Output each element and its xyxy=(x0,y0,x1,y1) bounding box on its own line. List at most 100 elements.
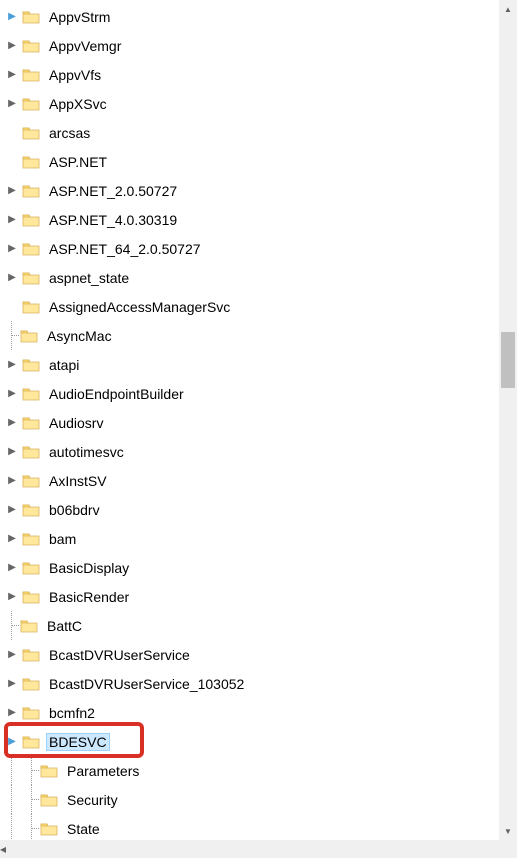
tree-item-label: ASP.NET_4.0.30319 xyxy=(46,210,180,230)
chevron-down-icon[interactable]: ▶ xyxy=(4,9,20,25)
tree-item-label: BcastDVRUserService xyxy=(46,645,193,665)
chevron-right-icon[interactable]: ▶ xyxy=(4,38,20,54)
folder-icon xyxy=(40,792,58,808)
scroll-up-button[interactable]: ▲ xyxy=(499,0,517,18)
tree-viewport: ▶ AppvStrm ▶ AppvVemgr ▶ AppvVfs ▶AppXSvc▶arcs… xyxy=(0,0,517,858)
chevron-right-icon[interactable]: ▶ xyxy=(4,183,20,199)
tree-item[interactable]: ▶ AppvVemgr xyxy=(4,31,517,60)
chevron-right-icon[interactable]: ▶ xyxy=(4,386,20,402)
tree-item[interactable]: AsyncMac xyxy=(4,321,517,350)
expander-spacer: ▶ xyxy=(4,154,20,170)
chevron-right-icon[interactable]: ▶ xyxy=(4,357,20,373)
tree-item-label: Audiosrv xyxy=(46,413,106,433)
chevron-right-icon[interactable]: ▶ xyxy=(4,676,20,692)
chevron-right-icon[interactable]: ▶ xyxy=(4,560,20,576)
tree-branch-line xyxy=(24,814,40,843)
folder-icon xyxy=(22,183,40,199)
tree-item-label: bcmfn2 xyxy=(46,703,98,723)
folder-icon xyxy=(22,734,40,750)
tree-item-label: ASP.NET xyxy=(46,152,110,172)
horizontal-scroll-track[interactable] xyxy=(6,840,511,858)
chevron-right-icon[interactable]: ▶ xyxy=(4,473,20,489)
tree-item[interactable]: ▶ ASP.NET_64_2.0.50727 xyxy=(4,234,517,263)
folder-icon xyxy=(22,125,40,141)
tree-item-label: AsyncMac xyxy=(44,326,115,346)
chevron-right-icon[interactable]: ▶ xyxy=(4,270,20,286)
tree-item[interactable]: ▶BDESVC xyxy=(4,727,517,756)
tree-item[interactable]: ▶ atapi xyxy=(4,350,517,379)
tree-item-label: BcastDVRUserService_103052 xyxy=(46,674,247,694)
tree-item-label: BattC xyxy=(44,616,85,636)
tree-item[interactable]: ▶ AppvVfs xyxy=(4,60,517,89)
tree-item[interactable]: Parameters xyxy=(4,756,517,785)
tree-item[interactable]: ▶b06bdrv xyxy=(4,495,517,524)
folder-icon xyxy=(22,444,40,460)
folder-icon xyxy=(22,676,40,692)
chevron-down-icon[interactable]: ▶ xyxy=(4,734,20,750)
tree-item[interactable]: ▶ BcastDVRUserService_103052 xyxy=(4,669,517,698)
folder-icon xyxy=(20,618,38,634)
tree-item[interactable]: ▶ BasicDisplay xyxy=(4,553,517,582)
tree-item[interactable]: ▶ AudioEndpointBuilder xyxy=(4,379,517,408)
folder-icon xyxy=(22,299,40,315)
folder-icon xyxy=(22,647,40,663)
expander-spacer: ▶ xyxy=(4,299,20,315)
tree-item[interactable]: ▶autotimesvc xyxy=(4,437,517,466)
chevron-right-icon[interactable]: ▶ xyxy=(4,589,20,605)
tree-branch-line xyxy=(24,756,40,785)
tree-branch-line xyxy=(24,785,40,814)
vertical-scroll-track[interactable] xyxy=(499,18,517,822)
tree-content: ▶ AppvStrm ▶ AppvVemgr ▶ AppvVfs ▶AppXSvc▶arcs… xyxy=(0,0,517,858)
chevron-right-icon[interactable]: ▶ xyxy=(4,705,20,721)
vertical-scroll-thumb[interactable] xyxy=(501,332,515,388)
tree-item-label: AudioEndpointBuilder xyxy=(46,384,187,404)
tree-item[interactable]: ▶aspnet_state xyxy=(4,263,517,292)
chevron-right-icon[interactable]: ▶ xyxy=(4,647,20,663)
folder-icon xyxy=(22,473,40,489)
chevron-right-icon[interactable]: ▶ xyxy=(4,96,20,112)
registry-tree-pane: ▶ AppvStrm ▶ AppvVemgr ▶ AppvVfs ▶AppXSvc▶arcs… xyxy=(0,0,517,858)
folder-icon xyxy=(40,821,58,837)
tree-item[interactable]: BattC xyxy=(4,611,517,640)
tree-item[interactable]: ▶AppXSvc xyxy=(4,89,517,118)
chevron-right-icon[interactable]: ▶ xyxy=(4,531,20,547)
chevron-right-icon[interactable]: ▶ xyxy=(4,212,20,228)
tree-branch-line xyxy=(4,321,20,350)
folder-icon xyxy=(40,763,58,779)
tree-item[interactable]: ▶bam xyxy=(4,524,517,553)
chevron-right-icon[interactable]: ▶ xyxy=(4,67,20,83)
folder-icon xyxy=(22,502,40,518)
tree-item[interactable]: Security xyxy=(4,785,517,814)
tree-item-label: AppvVemgr xyxy=(46,36,124,56)
tree-item-label: BasicDisplay xyxy=(46,558,132,578)
tree-item-label: ASP.NET_64_2.0.50727 xyxy=(46,239,204,259)
tree-item[interactable]: ▶ASP.NET_2.0.50727 xyxy=(4,176,517,205)
tree-item-label: AppvVfs xyxy=(46,65,104,85)
horizontal-scrollbar[interactable]: ◀ ▶ xyxy=(0,840,517,858)
folder-icon xyxy=(22,531,40,547)
tree-item[interactable]: ▶BasicRender xyxy=(4,582,517,611)
vertical-scrollbar[interactable]: ▲ ▼ xyxy=(499,0,517,840)
tree-item-label: atapi xyxy=(46,355,82,375)
folder-icon xyxy=(22,415,40,431)
chevron-right-icon[interactable]: ▶ xyxy=(4,502,20,518)
tree-item[interactable]: ▶arcsas xyxy=(4,118,517,147)
chevron-right-icon[interactable]: ▶ xyxy=(4,415,20,431)
tree-item-label: AppvStrm xyxy=(46,7,113,27)
folder-icon xyxy=(22,560,40,576)
expander-spacer: ▶ xyxy=(4,125,20,141)
tree-item[interactable]: ▶ ASP.NET xyxy=(4,147,517,176)
chevron-right-icon[interactable]: ▶ xyxy=(4,444,20,460)
tree-item[interactable]: ▶ bcmfn2 xyxy=(4,698,517,727)
tree-item[interactable]: ▶AxInstSV xyxy=(4,466,517,495)
tree-item[interactable]: ▶ BcastDVRUserService xyxy=(4,640,517,669)
tree-item[interactable]: State xyxy=(4,814,517,843)
tree-item[interactable]: ▶ Audiosrv xyxy=(4,408,517,437)
chevron-right-icon[interactable]: ▶ xyxy=(4,241,20,257)
tree-item[interactable]: ▶ ASP.NET_4.0.30319 xyxy=(4,205,517,234)
scroll-down-button[interactable]: ▼ xyxy=(499,822,517,840)
tree-item[interactable]: ▶ AppvStrm xyxy=(4,2,517,31)
folder-icon xyxy=(22,96,40,112)
tree-item[interactable]: ▶AssignedAccessManagerSvc xyxy=(4,292,517,321)
folder-icon xyxy=(22,386,40,402)
